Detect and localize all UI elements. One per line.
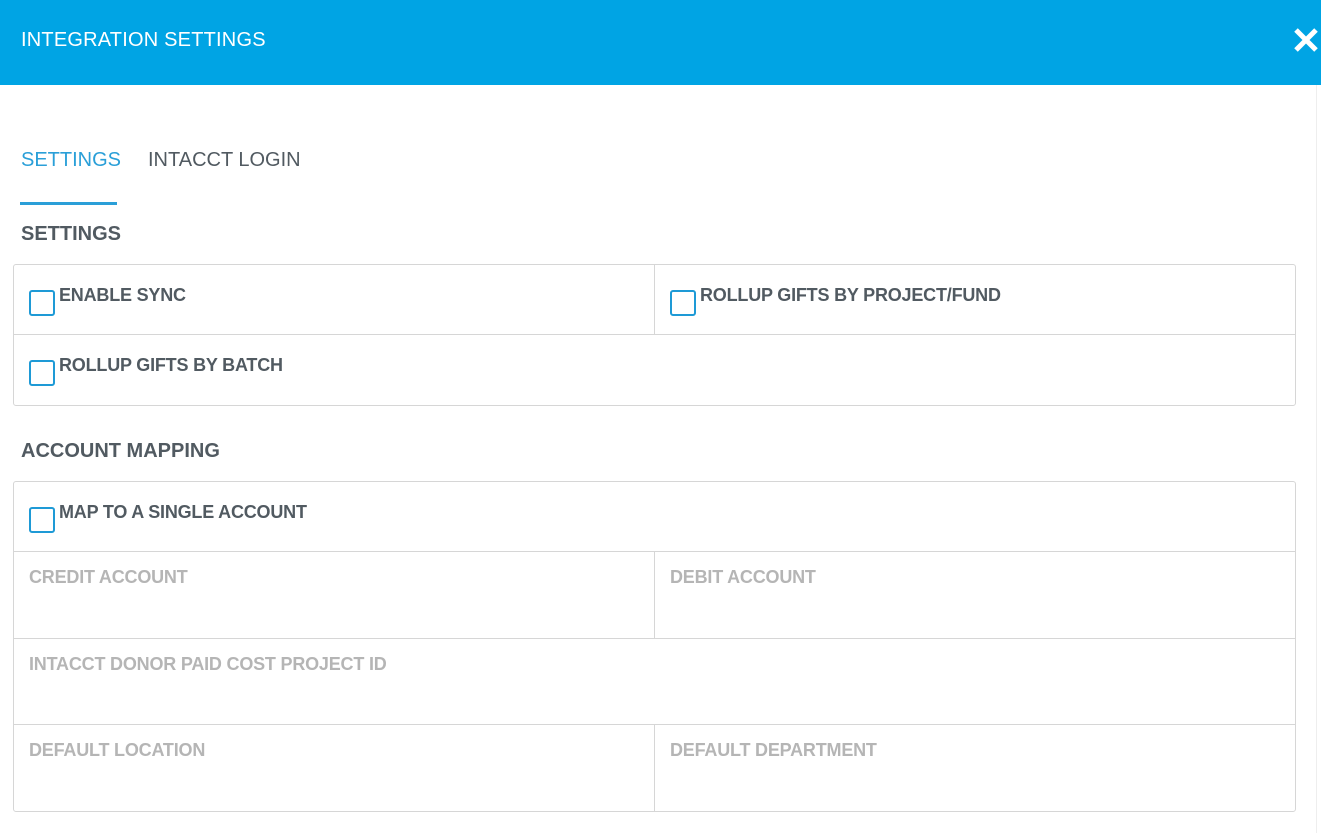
default-location-input[interactable] xyxy=(29,767,639,795)
single-account-checkbox[interactable] xyxy=(29,507,55,533)
modal-title: INTEGRATION SETTINGS xyxy=(21,29,266,51)
enable-sync-checkbox[interactable] xyxy=(29,290,55,316)
divider xyxy=(14,334,1295,335)
close-button[interactable] xyxy=(1290,24,1321,56)
modal-header: INTEGRATION SETTINGS xyxy=(0,0,1321,85)
divider xyxy=(654,265,655,335)
settings-heading: SETTINGS xyxy=(21,223,122,245)
rollup-by-batch-checkbox[interactable] xyxy=(29,360,55,386)
account-mapping-panel: MAP TO A SINGLE ACCOUNT CREDIT ACCOUNT D… xyxy=(13,481,1296,812)
debit-account-input[interactable] xyxy=(670,594,1280,622)
donor-paid-cost-project-id-label: INTACCT DONOR PAID COST PROJECT ID xyxy=(29,654,387,674)
debit-account-label: DEBIT ACCOUNT xyxy=(670,567,816,587)
enable-sync-label: ENABLE SYNC xyxy=(59,285,186,305)
active-tab-indicator xyxy=(20,202,117,205)
tab-settings[interactable]: SETTINGS xyxy=(21,147,121,173)
rollup-by-project-label: ROLLUP GIFTS BY PROJECT/FUND xyxy=(700,285,1001,305)
rollup-by-project-option[interactable]: ROLLUP GIFTS BY PROJECT/FUND xyxy=(670,284,1001,316)
rollup-by-project-checkbox[interactable] xyxy=(670,290,696,316)
account-mapping-heading: ACCOUNT MAPPING xyxy=(21,440,220,462)
divider xyxy=(654,552,655,639)
single-account-label: MAP TO A SINGLE ACCOUNT xyxy=(59,502,307,522)
default-department-label: DEFAULT DEPARTMENT xyxy=(670,740,877,760)
default-location-label: DEFAULT LOCATION xyxy=(29,740,206,760)
rollup-by-batch-option[interactable]: ROLLUP GIFTS BY BATCH xyxy=(29,354,283,386)
tab-intacct-login[interactable]: INTACCT LOGIN xyxy=(148,147,301,173)
single-account-option[interactable]: MAP TO A SINGLE ACCOUNT xyxy=(29,501,307,533)
credit-account-label: CREDIT ACCOUNT xyxy=(29,567,188,587)
close-icon xyxy=(1294,28,1318,52)
enable-sync-option[interactable]: ENABLE SYNC xyxy=(29,284,186,316)
default-department-input[interactable] xyxy=(670,767,1280,795)
rollup-by-batch-label: ROLLUP GIFTS BY BATCH xyxy=(59,355,283,375)
credit-account-input[interactable] xyxy=(29,594,639,622)
settings-panel: ENABLE SYNC ROLLUP GIFTS BY PROJECT/FUND… xyxy=(13,264,1296,406)
divider xyxy=(654,725,655,812)
scroll-rail xyxy=(1316,85,1317,833)
donor-paid-cost-project-id-input[interactable] xyxy=(29,681,1279,709)
